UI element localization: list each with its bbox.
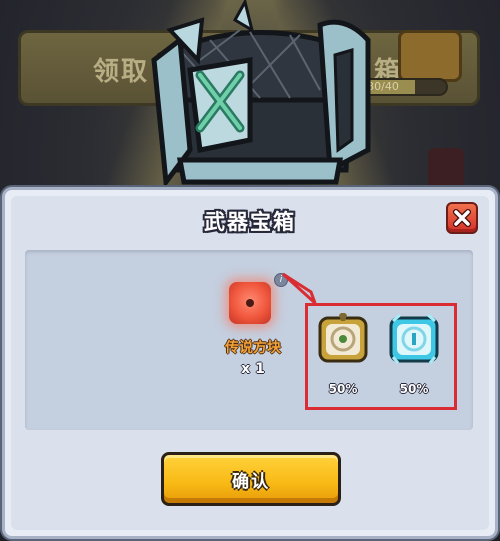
confirm-button[interactable]: 确认: [161, 452, 341, 506]
background-item-icon: [428, 148, 464, 188]
gold-weapon-crate-icon: [318, 313, 368, 363]
cube-dot: [246, 299, 254, 307]
close-button[interactable]: [446, 202, 478, 234]
gold-reward-chance: 50%: [328, 382, 358, 396]
dialog-title: 武器宝箱: [204, 210, 296, 234]
item-name: 传说方块: [225, 340, 281, 356]
blue-reward-chance: 50%: [399, 382, 429, 396]
blue-weapon-crate-icon: [389, 313, 439, 364]
confirm-label: 确认: [232, 471, 270, 492]
item-count: x 1: [241, 361, 265, 377]
small-chest-icon: [398, 30, 462, 82]
close-icon: [453, 209, 471, 227]
weapon-chest-dialog: 武器宝箱 传说方块 x 1 i 50% 50% 确认: [2, 187, 498, 539]
weapon-chest-icon: [151, 0, 371, 189]
legendary-cube-icon: [229, 282, 271, 324]
